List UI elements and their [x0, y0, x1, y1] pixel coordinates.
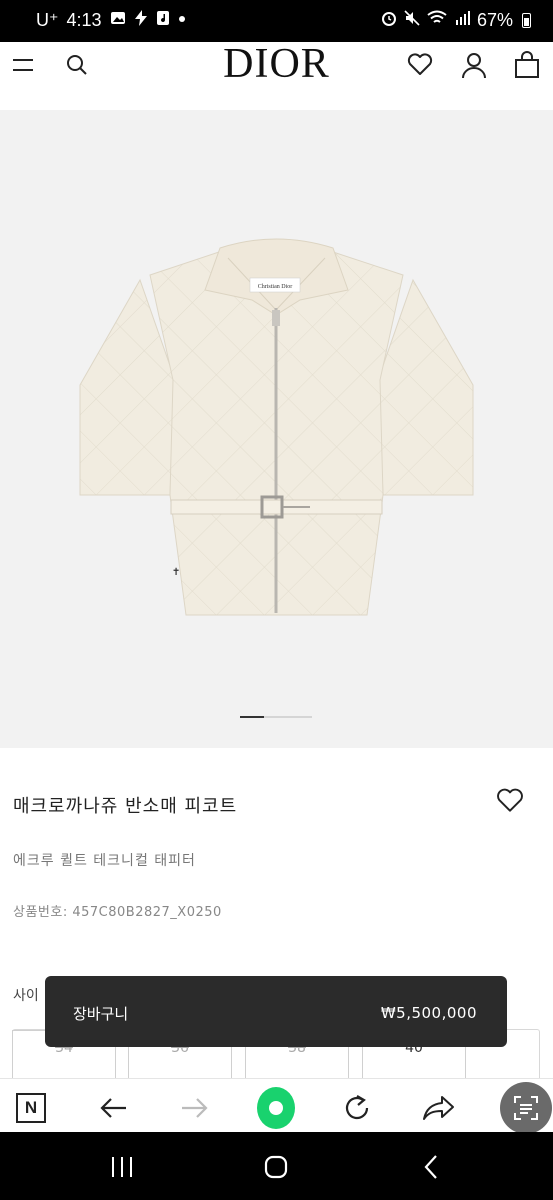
- account-button[interactable]: [458, 49, 490, 81]
- back-button[interactable]: [94, 1089, 132, 1127]
- mute-icon: [404, 10, 420, 31]
- menu-icon: [13, 59, 33, 71]
- menu-button[interactable]: [7, 49, 39, 81]
- svg-text:✝: ✝: [172, 567, 180, 578]
- product-subtitle: 에크루 퀼트 테크니컬 태피터: [13, 853, 196, 869]
- carrier-label: U⁺: [36, 10, 59, 30]
- home-button[interactable]: [259, 1150, 293, 1184]
- browser-toolbar: N: [0, 1078, 553, 1132]
- lens-button[interactable]: [500, 1082, 552, 1134]
- search-button[interactable]: [61, 49, 93, 81]
- clock: 4:13: [66, 10, 102, 30]
- music-icon: [156, 10, 170, 31]
- battery-icon: [522, 13, 531, 28]
- naver-home-button[interactable]: N: [12, 1089, 50, 1127]
- dot-icon: [178, 10, 186, 31]
- signal-icon: [454, 10, 470, 31]
- forward-button[interactable]: [176, 1089, 214, 1127]
- alarm-icon: [381, 10, 397, 31]
- system-back-button[interactable]: [414, 1150, 448, 1184]
- product-image: Christian Dior ✝: [79, 238, 474, 616]
- product-code: 상품번호: 457C80B2827_X0250: [13, 905, 222, 920]
- cart-label: 장바구니: [73, 1005, 129, 1023]
- home-icon: [264, 1155, 288, 1179]
- forward-arrow-icon: [182, 1098, 208, 1118]
- status-bar: U⁺ 4:13 67%: [0, 0, 553, 42]
- product-image-carousel[interactable]: Christian Dior ✝: [0, 110, 553, 748]
- status-left: U⁺ 4:13: [36, 10, 186, 31]
- back-icon: [424, 1155, 437, 1179]
- garment-label-text: Christian Dior: [258, 284, 293, 290]
- status-right: 67%: [381, 10, 531, 31]
- heart-icon: [497, 788, 523, 812]
- share-icon: [423, 1096, 454, 1120]
- flash-icon: [134, 10, 148, 31]
- product-title: 매크로까나쥬 반소매 피코트: [13, 796, 238, 817]
- bag-button[interactable]: [511, 49, 543, 81]
- naver-n-icon: N: [16, 1093, 46, 1123]
- wishlist-button[interactable]: [404, 49, 436, 81]
- heart-icon: [407, 53, 433, 75]
- gallery-icon: [110, 10, 126, 31]
- back-arrow-icon: [100, 1098, 126, 1118]
- wifi-icon: [427, 10, 447, 31]
- green-dot-icon: [257, 1087, 295, 1129]
- cart-price: ₩5,500,000: [380, 1004, 477, 1022]
- lens-icon: [514, 1096, 538, 1120]
- carousel-indicator-active: [240, 716, 264, 718]
- share-button[interactable]: [420, 1089, 458, 1127]
- refresh-icon: [345, 1095, 369, 1120]
- search-icon: [67, 55, 87, 75]
- android-nav-bar: [0, 1132, 553, 1200]
- user-icon: [462, 53, 486, 79]
- site-header: DIOR: [0, 42, 553, 110]
- recents-icon: [112, 1157, 132, 1177]
- screen: U⁺ 4:13 67% DIOR Christian Dior ✝ 매크로까나쥬…: [0, 0, 553, 1200]
- product-wishlist-button[interactable]: [496, 788, 526, 818]
- recents-button[interactable]: [105, 1150, 139, 1184]
- cart-toast[interactable]: 장바구니 ₩5,500,000: [45, 976, 507, 1047]
- battery-percent: 67%: [476, 10, 513, 30]
- bag-icon: [515, 51, 539, 78]
- refresh-button[interactable]: [338, 1089, 376, 1127]
- size-label: 사이: [13, 988, 39, 1004]
- green-dot-button[interactable]: [257, 1087, 295, 1129]
- carousel-indicator[interactable]: [240, 716, 312, 718]
